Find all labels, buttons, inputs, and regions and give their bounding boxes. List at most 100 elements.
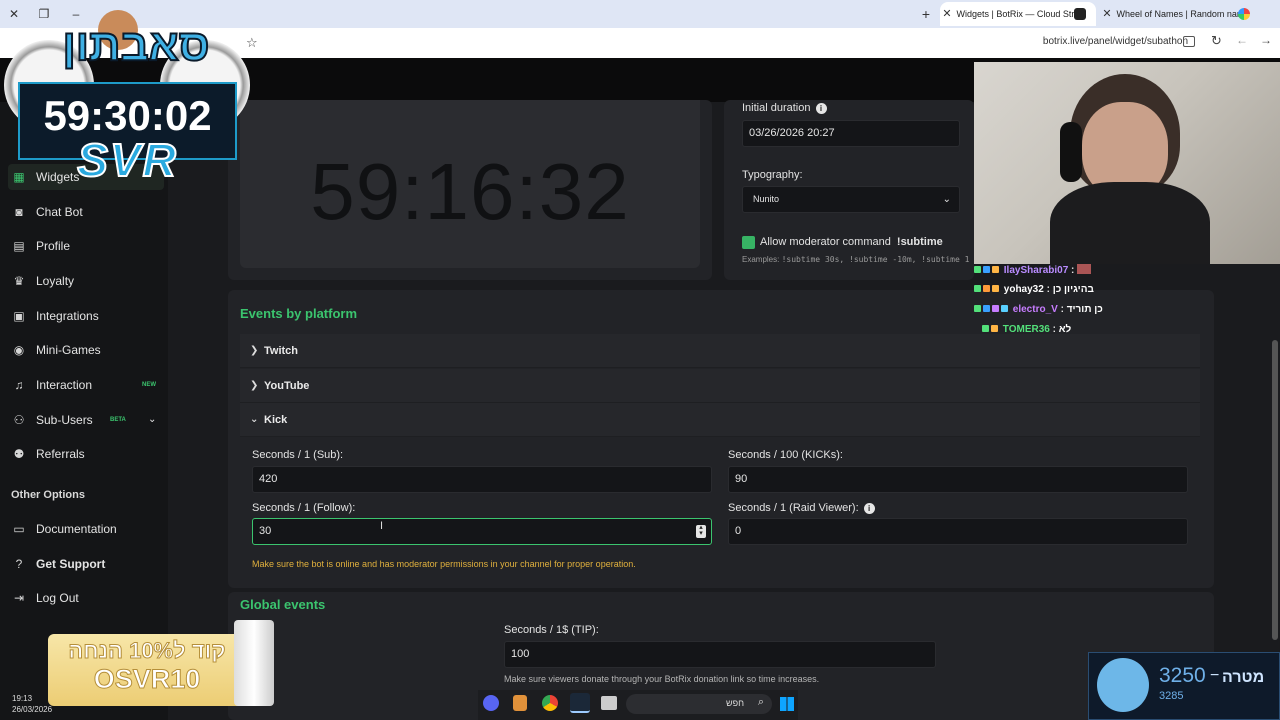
- trophy-icon: ♛: [13, 274, 25, 288]
- info-icon[interactable]: i: [815, 103, 827, 114]
- chevron-right-icon: ❯: [250, 345, 259, 356]
- sidebar-item-get-support[interactable]: ? Get Support: [8, 551, 164, 577]
- global-events-title: Global events: [240, 597, 326, 612]
- label-text: Allow moderator command: [760, 236, 891, 248]
- site-settings-icon[interactable]: [1183, 36, 1195, 47]
- tip-seconds-input[interactable]: 100: [504, 641, 936, 668]
- taskbar-search[interactable]: חפש ⌕: [626, 694, 772, 714]
- robot-icon: ◙: [15, 205, 23, 219]
- info-icon[interactable]: i: [863, 503, 875, 514]
- chevron-down-icon: ⌄: [942, 194, 951, 205]
- follow-seconds-input[interactable]: 30 ▴ ▾: [252, 518, 712, 545]
- app-icon[interactable]: [513, 695, 527, 711]
- restore-window-icon[interactable]: ❐: [36, 6, 52, 22]
- sidebar-item-integrations[interactable]: ▣ Integrations: [8, 303, 164, 329]
- tab-title: Widgets | BotRix — Cloud Strea: [956, 9, 1085, 19]
- chrome-icon[interactable]: [542, 695, 558, 711]
- goal-avatar: [1097, 658, 1149, 712]
- sidebar-item-documentation[interactable]: ▭ Documentation: [8, 516, 164, 542]
- file-explorer-icon[interactable]: [601, 696, 617, 710]
- chat-user: IlaySharabi07: [1003, 265, 1069, 276]
- accordion-kick[interactable]: ⌄ Kick: [240, 403, 1200, 437]
- input-value: 30: [259, 525, 272, 537]
- forward-icon[interactable]: →: [1260, 33, 1272, 47]
- raid-seconds-input[interactable]: 0: [728, 518, 1188, 545]
- sidebar-item-log-out[interactable]: ⇥ Log Out: [8, 585, 164, 611]
- scrollbar-thumb[interactable]: [1272, 340, 1278, 640]
- document-icon: ▭: [13, 522, 25, 536]
- sidebar-item-loyalty[interactable]: ♛ Loyalty: [8, 268, 164, 294]
- accordion-twitch[interactable]: ❯ Twitch: [240, 334, 1200, 368]
- initial-duration-label: Initial duration i: [742, 102, 827, 114]
- chat-user: TOMER36: [1002, 324, 1050, 335]
- allow-moderator-checkbox[interactable]: [742, 236, 755, 249]
- tab-close-icon[interactable]: ✕: [1100, 2, 1114, 26]
- kicks-seconds-label: Seconds / 100 (KICKs):: [728, 449, 843, 461]
- reload-icon[interactable]: ↻: [1211, 33, 1222, 49]
- other-options-heading: Other Options: [11, 489, 85, 501]
- chevron-down-icon[interactable]: ⌄: [148, 407, 156, 433]
- accordion-label: Twitch: [264, 345, 299, 357]
- back-icon[interactable]: ←: [1236, 33, 1248, 47]
- close-window-icon[interactable]: ✕: [6, 6, 22, 22]
- chat-message: electro_V : כן תוריד: [974, 304, 1103, 315]
- wheel-favicon-icon: [1238, 8, 1250, 20]
- initial-duration-input[interactable]: 03/26/2026 20:27: [742, 120, 960, 147]
- windows-start-icon[interactable]: [780, 697, 794, 711]
- discord-icon[interactable]: [483, 695, 499, 711]
- sidebar-item-interaction[interactable]: ♫ Interaction NEW: [8, 372, 164, 398]
- sidebar-item-label: Loyalty: [36, 274, 75, 288]
- sidebar-item-referrals[interactable]: ⚉ Referrals: [8, 441, 164, 467]
- goal-value: 3250: [1159, 664, 1206, 687]
- events-title: Events by platform: [240, 306, 358, 321]
- number-stepper-icon[interactable]: ▴ ▾: [696, 524, 706, 538]
- timer-display: 59:16:32: [310, 147, 630, 236]
- bot-permission-warning: Make sure the bot is online and has mode…: [252, 559, 636, 569]
- new-tab-icon[interactable]: +: [918, 6, 934, 22]
- bookmark-star-icon[interactable]: ☆: [246, 35, 258, 51]
- examples-code: !subtime 30s, !subtime -10m, !subtime 1: [781, 255, 970, 264]
- help-icon: ?: [15, 557, 23, 571]
- tab-close-icon[interactable]: ✕: [940, 2, 954, 26]
- sidebar-item-mini-games[interactable]: ◉ Mini-Games: [8, 337, 164, 363]
- goal-separator: −: [1210, 667, 1220, 684]
- typography-select[interactable]: Nunito ⌄: [742, 186, 960, 213]
- tip-hint-text: Make sure viewers donate through your Bo…: [504, 674, 820, 684]
- steam-icon[interactable]: [570, 693, 590, 713]
- label-text: Initial duration: [742, 102, 811, 114]
- system-time: 19:13: [12, 694, 33, 703]
- plug-icon: ▣: [13, 309, 25, 323]
- kicks-seconds-input[interactable]: 90: [728, 466, 1188, 493]
- sub-seconds-input[interactable]: 420: [252, 466, 712, 493]
- command-name: !subtime: [896, 236, 943, 248]
- tab-botrix[interactable]: ✕ Widgets | BotRix — Cloud Strea: [940, 2, 1096, 26]
- raid-seconds-label: Seconds / 1 (Raid Viewer): i: [728, 502, 875, 514]
- streamer-body: [1050, 182, 1210, 264]
- goal-label: מטרה: [1222, 669, 1265, 686]
- accordion-youtube[interactable]: ❯ YouTube: [240, 369, 1200, 403]
- minimize-window-icon[interactable]: –: [68, 6, 84, 22]
- tab-wheel-of-names[interactable]: ✕ Wheel of Names | Random nam: [1100, 2, 1250, 26]
- chevron-right-icon: ❯: [250, 380, 259, 391]
- system-clock: 19:13 26/03/2026: [12, 693, 52, 715]
- webcam-feed: [974, 62, 1280, 264]
- url-text[interactable]: botrix.live/panel/widget/subathon: [1043, 36, 1188, 47]
- sidebar-item-sub-users[interactable]: ⚇ Sub-Users BETA ⌄: [8, 407, 164, 433]
- sidebar-item-chat-bot[interactable]: ◙ Chat Bot: [8, 199, 164, 225]
- new-badge: NEW: [142, 382, 156, 388]
- sidebar-item-label: Sub-Users: [36, 413, 93, 427]
- chat-text: בהיגיון כן: [1052, 284, 1094, 295]
- emote-icon: [1077, 264, 1092, 274]
- typography-value: Nunito: [753, 194, 780, 204]
- tip-seconds-label: Seconds / 1$ (TIP):: [504, 624, 599, 636]
- sidebar-item-label: Interaction: [36, 378, 93, 392]
- typography-label: Typography:: [742, 169, 803, 181]
- chat-user: electro_V: [1012, 304, 1058, 315]
- subathon-clock-time: 59:30:02: [43, 92, 212, 139]
- label-text: Seconds / 1 (Raid Viewer):: [728, 502, 859, 514]
- sidebar-item-label: Chat Bot: [36, 205, 83, 219]
- search-placeholder: חפש: [726, 698, 744, 708]
- sidebar-item-profile[interactable]: ▤ Profile: [8, 233, 164, 259]
- accordion-label: YouTube: [264, 380, 310, 392]
- sidebar-item-label: Log Out: [36, 591, 79, 605]
